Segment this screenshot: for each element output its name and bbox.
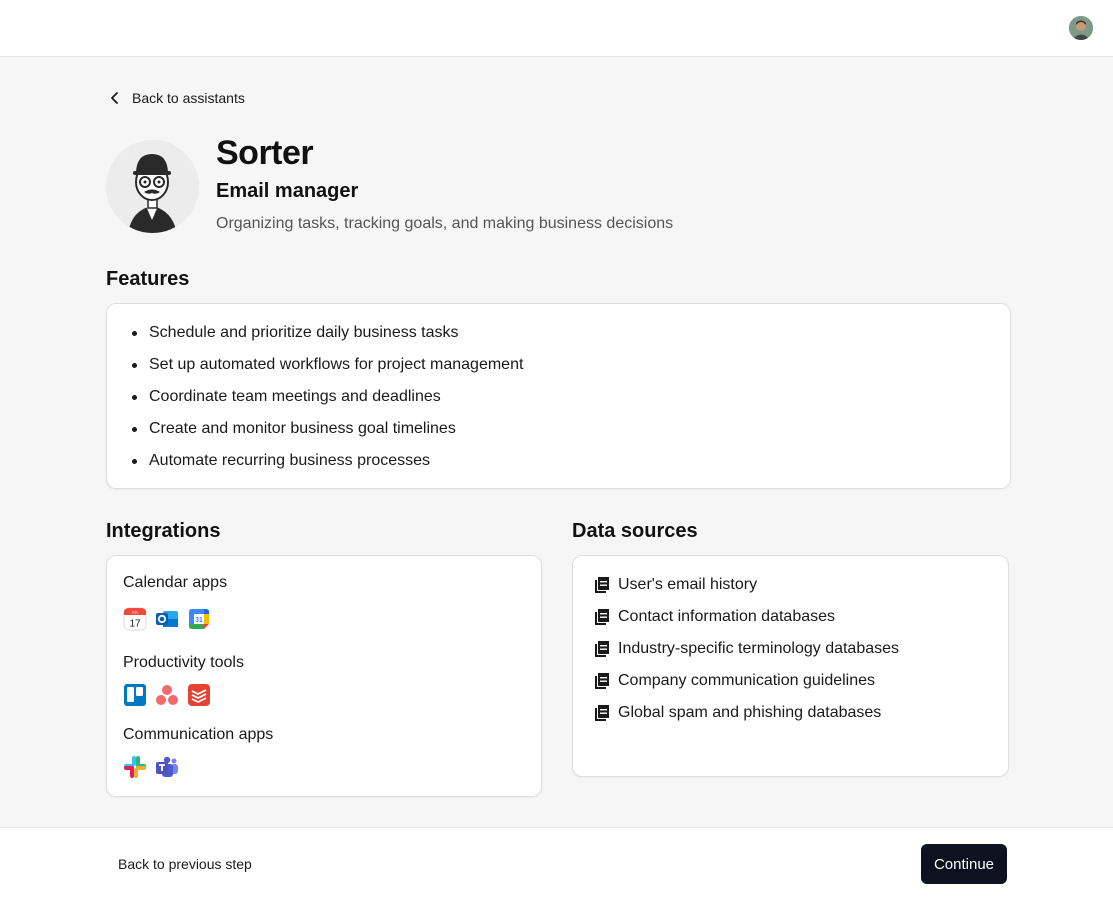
bullet-icon xyxy=(132,427,137,432)
list-item: Company communication guidelines xyxy=(595,669,899,701)
data-source-text: Contact information databases xyxy=(618,608,836,625)
svg-text:31: 31 xyxy=(195,617,203,624)
document-icon xyxy=(595,673,609,689)
back-to-assistants-link[interactable]: Back to assistants xyxy=(108,87,245,109)
todoist-icon xyxy=(188,684,210,706)
assistant-description: Organizing tasks, tracking goals, and ma… xyxy=(216,215,674,232)
outlook-icon xyxy=(156,611,178,627)
integration-group-productivity: Productivity tools xyxy=(123,654,244,671)
data-source-text: Industry-specific terminology databases xyxy=(618,640,900,657)
features-card: Schedule and prioritize daily business t… xyxy=(106,303,1011,489)
microsoft-teams-icon xyxy=(156,756,178,777)
feature-text: Automate recurring business processes xyxy=(149,452,431,469)
data-source-text: User's email history xyxy=(618,576,758,593)
user-avatar[interactable] xyxy=(1069,16,1093,40)
list-item: Schedule and prioritize daily business t… xyxy=(130,321,523,353)
data-sources-title: Data sources xyxy=(572,520,698,542)
list-item: Automate recurring business processes xyxy=(130,449,523,481)
slack-icon xyxy=(124,756,146,778)
svg-text:17: 17 xyxy=(129,619,141,630)
integration-group-communication: Communication apps xyxy=(123,726,274,743)
svg-text:JUL: JUL xyxy=(131,610,139,615)
data-sources-card: User's email history Contact information… xyxy=(572,555,1009,777)
list-item: Set up automated workflows for project m… xyxy=(130,353,523,385)
list-item: Coordinate team meetings and deadlines xyxy=(130,385,523,417)
bullet-icon xyxy=(132,459,137,464)
features-title: Features xyxy=(106,268,190,290)
assistant-name: Sorter xyxy=(216,134,314,172)
back-to-previous-step-button[interactable]: Back to previous step xyxy=(118,856,252,872)
feature-text: Schedule and prioritize daily business t… xyxy=(149,324,459,341)
assistant-header: Sorter Email manager Organizing tasks, t… xyxy=(106,134,1011,240)
list-item: Contact information databases xyxy=(595,605,899,637)
bullet-icon xyxy=(132,363,137,368)
assistant-role: Email manager xyxy=(216,180,359,202)
asana-icon xyxy=(156,685,178,705)
data-source-text: Global spam and phishing databases xyxy=(618,704,882,721)
calendar-apps-icons: JUL 17 31 xyxy=(123,607,211,631)
apple-calendar-icon: JUL 17 xyxy=(123,607,147,631)
integrations-card: Calendar apps JUL 17 31 Productivity too… xyxy=(106,555,542,797)
features-list: Schedule and prioritize daily business t… xyxy=(130,321,523,481)
feature-text: Coordinate team meetings and deadlines xyxy=(149,388,441,405)
document-icon xyxy=(595,641,609,657)
bullet-icon xyxy=(132,395,137,400)
list-item: Global spam and phishing databases xyxy=(595,701,899,733)
communication-apps-icons xyxy=(123,755,179,779)
list-item: User's email history xyxy=(595,573,899,605)
data-sources-list: User's email history Contact information… xyxy=(595,573,899,733)
list-item: Create and monitor business goal timelin… xyxy=(130,417,523,449)
feature-text: Set up automated workflows for project m… xyxy=(149,356,524,373)
document-icon xyxy=(595,577,609,593)
integration-group-calendar: Calendar apps xyxy=(123,574,228,591)
footer-bar: Back to previous step Continue xyxy=(0,827,1113,900)
bullet-icon xyxy=(132,331,137,336)
back-to-assistants-label: Back to assistants xyxy=(132,90,245,106)
productivity-tools-icons xyxy=(123,683,211,707)
integrations-title: Integrations xyxy=(106,520,221,542)
continue-button[interactable]: Continue xyxy=(921,844,1007,884)
assistant-avatar xyxy=(106,140,199,233)
chevron-left-icon xyxy=(111,92,118,104)
data-source-text: Company communication guidelines xyxy=(618,672,876,689)
list-item: Industry-specific terminology databases xyxy=(595,637,899,669)
trello-icon xyxy=(124,684,146,706)
feature-text: Create and monitor business goal timelin… xyxy=(149,420,456,437)
document-icon xyxy=(595,609,609,625)
google-calendar-icon: 31 xyxy=(189,609,209,629)
document-icon xyxy=(595,705,609,721)
top-bar xyxy=(0,0,1113,57)
